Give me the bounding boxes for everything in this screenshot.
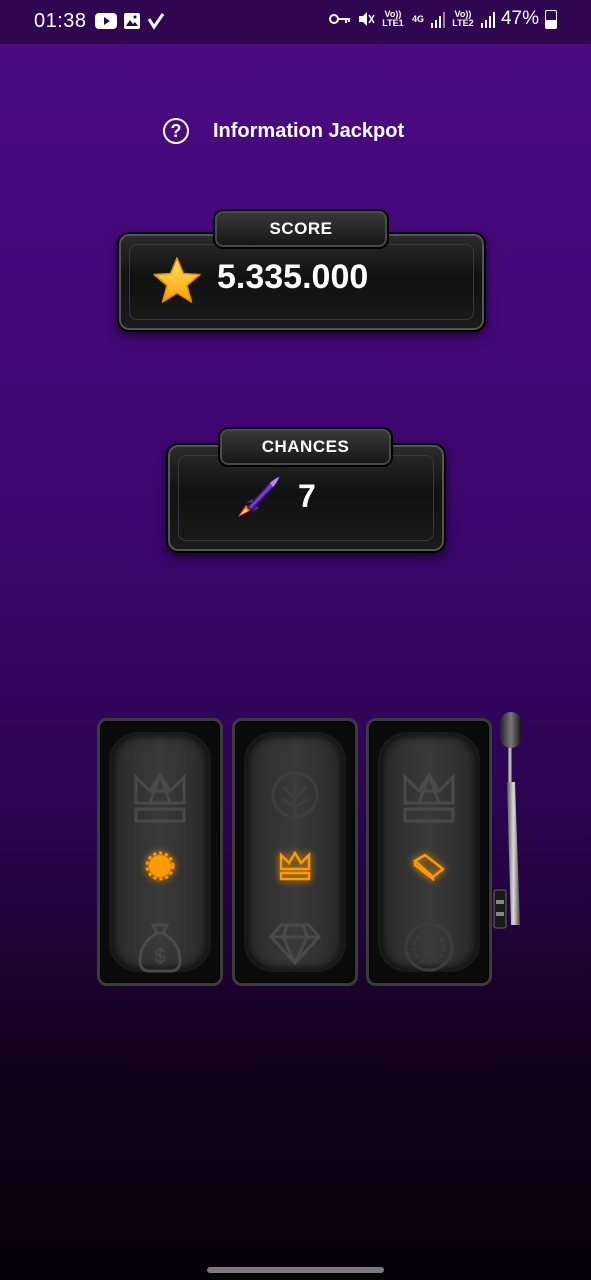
- diamond-icon: [269, 923, 321, 965]
- battery-icon: [545, 9, 557, 29]
- slot-reel-2: [232, 718, 358, 986]
- network-type: 4G: [411, 13, 424, 24]
- youtube-icon: [95, 13, 117, 29]
- help-icon: ?: [163, 118, 189, 144]
- mute-icon: [358, 12, 375, 26]
- score-label: SCORE: [213, 209, 389, 249]
- crown-icon: [134, 772, 186, 823]
- chances-value: 7: [298, 478, 316, 514]
- battery-percent: 47%: [500, 8, 539, 29]
- star-icon: [153, 257, 201, 303]
- sim2-label: Vo)) LTE2: [452, 9, 474, 28]
- slot-reel-1: $: [97, 718, 223, 986]
- rocket-icon: [238, 475, 281, 517]
- slot-reel-3: $: [366, 718, 492, 986]
- tree-icon: [271, 771, 319, 821]
- signal-2-icon: [480, 10, 495, 28]
- home-indicator[interactable]: [207, 1267, 384, 1273]
- check-app-icon: [147, 13, 165, 30]
- information-jackpot-button[interactable]: ? Information Jackpot: [163, 118, 404, 144]
- key-icon: [328, 14, 350, 24]
- money-bag-icon: $: [138, 923, 182, 973]
- crown-icon: [279, 851, 311, 881]
- coin-icon: $: [404, 922, 454, 972]
- gear-icon: [145, 851, 175, 881]
- gold-bar-icon: [412, 853, 446, 881]
- svg-text:$: $: [423, 935, 435, 960]
- sim1-label: Vo)) LTE1: [382, 9, 404, 28]
- status-time: 01:38: [34, 10, 87, 32]
- status-bar: 01:38 Vo)) LTE1 4G Vo)) LTE2 47%: [0, 0, 591, 44]
- crown-icon: [403, 772, 455, 823]
- slot-lever[interactable]: [492, 710, 524, 935]
- score-value: 5.335.000: [217, 258, 369, 296]
- chances-label: CHANCES: [218, 427, 393, 467]
- svg-text:$: $: [154, 946, 165, 968]
- gallery-icon: [124, 13, 140, 29]
- page-title: Information Jackpot: [213, 119, 405, 142]
- signal-1-icon: [430, 10, 445, 28]
